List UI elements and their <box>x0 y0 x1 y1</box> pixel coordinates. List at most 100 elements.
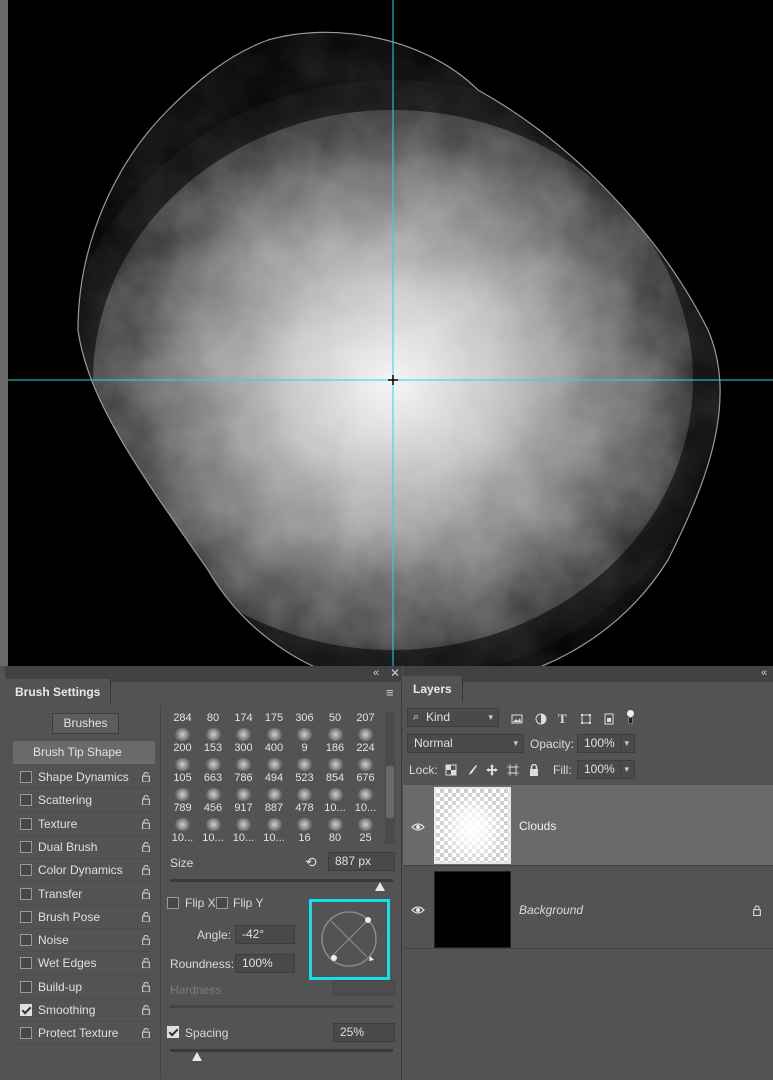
option-lock-icon[interactable] <box>141 841 151 852</box>
brush-option-texture[interactable]: Texture <box>13 813 155 836</box>
layer-row-clouds[interactable]: Clouds <box>403 785 773 866</box>
shape-filter-icon[interactable] <box>580 713 592 725</box>
option-lock-icon[interactable] <box>141 981 151 992</box>
document-canvas[interactable] <box>8 0 773 666</box>
brush-preset-cell[interactable]: 10... <box>260 817 289 844</box>
brush-preset-cell[interactable]: 523 <box>290 757 319 786</box>
brush-preset-cell[interactable]: 207 <box>351 712 380 726</box>
panel-menu-icon[interactable]: ≡ <box>386 685 394 700</box>
brush-preset-cell[interactable]: 9 <box>290 727 319 756</box>
option-lock-icon[interactable] <box>141 772 151 782</box>
opacity-field[interactable]: 100% ▾ <box>577 734 635 753</box>
spacing-field[interactable]: 25% <box>333 1023 395 1042</box>
brush-preset-cell[interactable]: 50 <box>321 712 350 726</box>
option-checkbox[interactable] <box>20 840 32 853</box>
lock-position-icon[interactable] <box>486 764 498 776</box>
chevron-down-icon[interactable]: ▾ <box>620 761 629 778</box>
option-checkbox[interactable] <box>20 910 32 923</box>
option-lock-icon[interactable] <box>141 911 151 922</box>
brush-preset-cell[interactable]: 400 <box>260 727 289 756</box>
spacing-slider-thumb[interactable] <box>191 1052 202 1061</box>
brushes-button[interactable]: Brushes <box>52 713 119 734</box>
type-filter-icon[interactable]: T <box>558 711 567 727</box>
brush-preset-cell[interactable]: 917 <box>229 787 258 816</box>
lock-artboard-icon[interactable] <box>507 764 519 776</box>
visibility-eye-icon[interactable] <box>411 822 425 832</box>
lock-all-icon[interactable] <box>528 764 540 776</box>
brush-preset-cell[interactable]: 200 <box>168 727 197 756</box>
lock-transparent-pixels-icon[interactable] <box>445 764 457 776</box>
visibility-eye-icon[interactable] <box>411 905 425 915</box>
brush-preset-cell[interactable]: 284 <box>168 712 197 726</box>
brush-preset-cell[interactable]: 887 <box>260 787 289 816</box>
brush-preset-cell[interactable]: 80 <box>199 712 228 726</box>
brush-preset-cell[interactable]: 494 <box>260 757 289 786</box>
brush-preset-cell[interactable]: 300 <box>229 727 258 756</box>
option-checkbox[interactable] <box>20 957 32 970</box>
brush-preset-cell[interactable]: 186 <box>321 727 350 756</box>
brush-preset-cell[interactable]: 10... <box>199 817 228 844</box>
spacing-checkbox[interactable] <box>167 1026 179 1038</box>
brush-option-protect-texture[interactable]: Protect Texture <box>13 1022 155 1046</box>
collapse-icon[interactable]: « <box>373 667 379 679</box>
option-checkbox[interactable] <box>20 980 32 993</box>
brush-preset-cell[interactable]: 224 <box>351 727 380 756</box>
option-lock-icon[interactable] <box>141 935 151 946</box>
brush-preset-cell[interactable]: 478 <box>290 787 319 816</box>
blend-mode-dropdown[interactable]: Normal ▾ <box>407 734 524 753</box>
kind-filter-dropdown[interactable]: ⌕ Kind ▾ <box>407 708 499 727</box>
brush-option-scattering[interactable]: Scattering <box>13 789 155 813</box>
close-icon[interactable]: ✕ <box>390 666 400 680</box>
size-slider[interactable] <box>170 879 393 882</box>
brush-preset-cell[interactable]: 306 <box>290 712 319 726</box>
brush-preset-cell[interactable]: 80 <box>321 817 350 844</box>
fill-field[interactable]: 100% ▾ <box>577 760 635 779</box>
brush-preset-cell[interactable]: 854 <box>321 757 350 786</box>
brush-option-noise[interactable]: Noise <box>13 929 155 953</box>
image-filter-icon[interactable] <box>511 713 523 725</box>
option-checkbox[interactable] <box>20 817 32 830</box>
layer-row-background[interactable]: Background <box>403 867 773 949</box>
brush-preset-cell[interactable]: 25 <box>351 817 380 844</box>
layer-name-background[interactable]: Background <box>519 903 583 917</box>
option-checkbox[interactable] <box>20 1027 32 1040</box>
brush-preset-cell[interactable]: 676 <box>351 757 380 786</box>
filter-toggle-icon[interactable] <box>626 710 634 724</box>
brush-preset-cell[interactable]: 786 <box>229 757 258 786</box>
layer-thumbnail-background[interactable] <box>434 871 511 948</box>
size-field[interactable]: 887 px <box>328 852 395 871</box>
option-checkbox[interactable] <box>20 864 32 877</box>
tab-brush-settings[interactable]: Brush Settings <box>5 679 112 705</box>
brush-preset-cell[interactable]: 10... <box>351 787 380 816</box>
collapse-icon[interactable]: « <box>761 667 767 679</box>
chevron-down-icon[interactable]: ▾ <box>620 735 629 752</box>
smart-object-filter-icon[interactable] <box>603 713 615 725</box>
brush-preset-cell[interactable]: 456 <box>199 787 228 816</box>
brush-option-shape-dynamics[interactable]: Shape Dynamics <box>13 766 155 789</box>
brush-preset-cell[interactable]: 16 <box>290 817 319 844</box>
option-checkbox[interactable] <box>20 934 32 947</box>
brush-option-smoothing[interactable]: Smoothing <box>13 999 155 1022</box>
flip-x-checkbox[interactable] <box>167 897 179 909</box>
lock-image-pixels-icon[interactable] <box>466 764 478 776</box>
option-checkbox[interactable] <box>20 887 32 900</box>
brush-option-transfer[interactable]: Transfer <box>13 883 155 906</box>
size-slider-thumb[interactable] <box>374 882 385 891</box>
brush-preset-cell[interactable]: 175 <box>260 712 289 726</box>
brush-preset-cell[interactable]: 153 <box>199 727 228 756</box>
flip-y-checkbox[interactable] <box>216 897 228 909</box>
brush-option-color-dynamics[interactable]: Color Dynamics <box>13 859 155 883</box>
brush-grid-scroll-thumb[interactable] <box>386 766 394 818</box>
brush-preset-cell[interactable]: 10... <box>168 817 197 844</box>
option-lock-icon[interactable] <box>141 958 151 969</box>
reset-size-icon[interactable]: ⟲ <box>305 854 317 871</box>
brush-option-brush-pose[interactable]: Brush Pose <box>13 906 155 929</box>
brush-option-build-up[interactable]: Build-up <box>13 976 155 999</box>
option-lock-icon[interactable] <box>141 1005 151 1015</box>
tab-layers[interactable]: Layers <box>403 676 463 702</box>
brush-option-wet-edges[interactable]: Wet Edges <box>13 952 155 976</box>
adjustment-filter-icon[interactable] <box>535 713 547 725</box>
option-checkbox[interactable] <box>20 771 32 783</box>
brush-option-dual-brush[interactable]: Dual Brush <box>13 836 155 859</box>
angle-roundness-widget[interactable] <box>309 899 390 980</box>
